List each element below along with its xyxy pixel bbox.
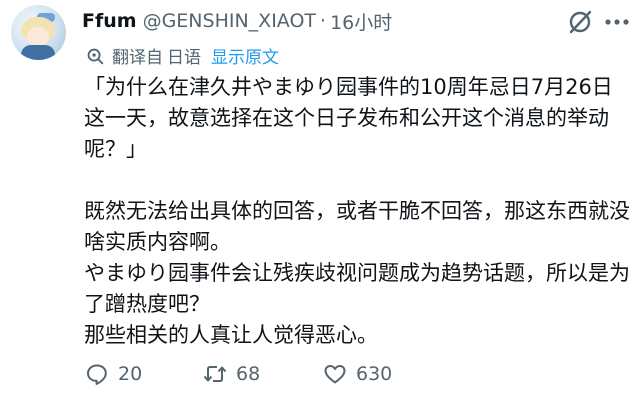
show-original-link[interactable]: 显示原文 <box>211 43 279 68</box>
tweet-header: Ffum @GENSHIN_XIAOT · 16小时 <box>82 7 392 35</box>
timestamp[interactable]: 16小时 <box>330 8 392 35</box>
tweet-paragraph: 「为什么在津久井やまゆり园事件的10周年忌日7月26日这一天，故意选择在这个日子… <box>84 75 613 161</box>
more-options-icon[interactable] <box>602 8 632 36</box>
avatar-body <box>21 45 55 60</box>
like-count: 630 <box>356 363 393 385</box>
separator-dot: · <box>320 10 327 32</box>
tweet-paragraph: やまゆり园事件会让残疾歧视问题成为趋势话题，所以是为了蹭热度吧？ <box>84 261 630 316</box>
retweet-button[interactable]: 68 <box>202 361 260 387</box>
source-language: 日语 <box>167 48 201 68</box>
display-name[interactable]: Ffum <box>82 10 137 32</box>
reply-icon <box>87 364 107 385</box>
retweet-icon <box>203 366 227 382</box>
tweet-paragraph: 那些相关的人真让人觉得恶心。 <box>84 323 378 347</box>
heart-icon <box>324 365 346 384</box>
tweet-text: 「为什么在津久井やまゆり园事件的10周年忌日7月26日这一天，故意选择在这个日子… <box>84 72 632 351</box>
like-button[interactable]: 630 <box>322 361 392 387</box>
user-handle[interactable]: @GENSHIN_XIAOT <box>143 10 316 32</box>
avatar-face <box>27 27 49 47</box>
translate-icon <box>87 48 104 64</box>
reply-count: 20 <box>118 363 143 385</box>
translation-bar: 翻译自 日语 显示原文 <box>84 43 279 68</box>
grok-icon[interactable] <box>566 8 594 36</box>
action-bar: 20 68 630 <box>84 361 641 393</box>
avatar[interactable] <box>11 5 66 60</box>
translated-from-label: 翻译自 <box>112 48 163 68</box>
tweet-paragraph: 既然无法给出具体的回答，或者干脆不回答，那这东西就没啥实质内容啊。 <box>84 199 630 254</box>
reply-button[interactable]: 20 <box>84 361 142 387</box>
retweet-count: 68 <box>236 363 261 385</box>
